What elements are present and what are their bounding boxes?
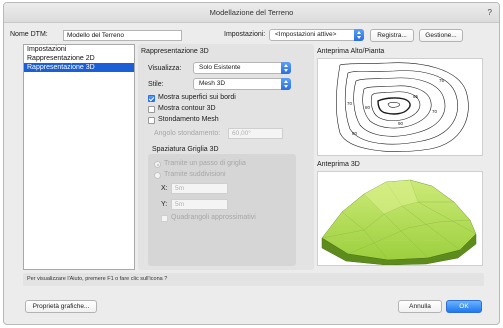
contour-label: 70 xyxy=(432,109,438,114)
style-popup[interactable]: Mesh 3D xyxy=(193,78,291,90)
contour-label: 90 xyxy=(398,121,404,126)
x-label: X: xyxy=(161,185,168,192)
contour-label: 85 xyxy=(413,94,419,99)
terrain-mesh-3d xyxy=(321,179,477,266)
display-label: Visualizza: xyxy=(148,65,182,72)
show-contour-checkbox[interactable] xyxy=(148,106,155,113)
list-item-3d[interactable]: Rappresentazione 3D xyxy=(24,63,134,72)
save-settings-button[interactable]: Registra... xyxy=(370,29,414,42)
smoothing-label: Stondamento Mesh xyxy=(158,116,219,123)
dtm-name-input[interactable]: Modello del Terreno xyxy=(63,30,182,41)
dtm-name-label: Nome DTM: xyxy=(10,31,48,38)
ok-button[interactable]: OK xyxy=(446,300,482,313)
category-list: Impostazioni Rappresentazione 2D Rappres… xyxy=(23,44,135,270)
style-label: Stile: xyxy=(148,81,164,88)
display-popup-value: Solo Esistente xyxy=(199,64,241,71)
smoothing-angle-label: Angolo stondamento: xyxy=(154,130,221,137)
settings-label: Impostazioni: xyxy=(224,31,266,38)
section-title: Rappresentazione 3D xyxy=(141,48,209,55)
contour-map xyxy=(335,62,469,152)
smoothing-angle-input[interactable]: 60,00° xyxy=(228,128,283,139)
cancel-button[interactable]: Annulla xyxy=(398,300,442,313)
dialog-window: Modellazione del Terreno ? Nome DTM: Mod… xyxy=(3,2,500,325)
manage-settings-button[interactable]: Gestione... xyxy=(419,29,463,42)
contour-label: 75 xyxy=(439,78,445,83)
settings-popup-value: <Impostazioni attive> xyxy=(275,31,337,38)
show-surfaces-label: Mostra superfici sui bordi xyxy=(158,94,236,101)
list-item-settings[interactable]: Impostazioni xyxy=(24,45,134,54)
list-item-2d[interactable]: Rappresentazione 2D xyxy=(24,54,134,63)
help-icon[interactable]: ? xyxy=(488,3,492,23)
radio-subdivisions-label: Tramite suddivisioni xyxy=(164,171,226,178)
view3d-preview xyxy=(317,171,483,266)
x-spacing-input[interactable]: 5m xyxy=(171,183,228,194)
approx-quads-label: Quadrangoli approssimativi xyxy=(171,214,256,221)
radio-grid-step-label: Tramite un passo di griglia xyxy=(164,160,246,167)
smoothing-checkbox[interactable] xyxy=(148,117,155,124)
title-bar: Modellazione del Terreno ? xyxy=(4,3,499,23)
status-bar: Per visualizzare l'Aiuto, premere F1 o f… xyxy=(23,273,484,286)
popup-arrows-icon xyxy=(354,29,364,41)
top-view-preview: 75 70 70 80 85 90 80 xyxy=(317,58,483,156)
show-surfaces-checkbox[interactable] xyxy=(148,95,155,102)
popup-arrows-icon xyxy=(281,62,291,74)
window-title: Modellazione del Terreno xyxy=(209,8,294,17)
radio-subdivisions[interactable] xyxy=(154,172,161,179)
contour-label: 80 xyxy=(365,105,371,110)
contour-label: 70 xyxy=(347,101,353,106)
grid-spacing-title: Spaziatura Griglia 3D xyxy=(152,146,219,153)
y-spacing-input[interactable]: 5m xyxy=(171,199,228,210)
popup-arrows-icon xyxy=(281,78,291,90)
settings-popup[interactable]: <Impostazioni attive> xyxy=(269,29,364,41)
graphic-properties-button[interactable]: Proprietà grafiche... xyxy=(25,300,97,313)
view3d-title: Anteprima 3D xyxy=(317,161,360,168)
style-popup-value: Mesh 3D xyxy=(199,80,226,87)
show-contour-label: Mostra contour 3D xyxy=(158,105,216,112)
radio-grid-step[interactable] xyxy=(154,161,161,168)
contour-label: 80 xyxy=(352,131,358,136)
y-label: Y: xyxy=(161,201,168,208)
display-popup[interactable]: Solo Esistente xyxy=(193,62,291,74)
top-view-title: Anteprima Alto/Pianta xyxy=(317,48,385,55)
approx-quads-checkbox[interactable] xyxy=(161,215,168,222)
